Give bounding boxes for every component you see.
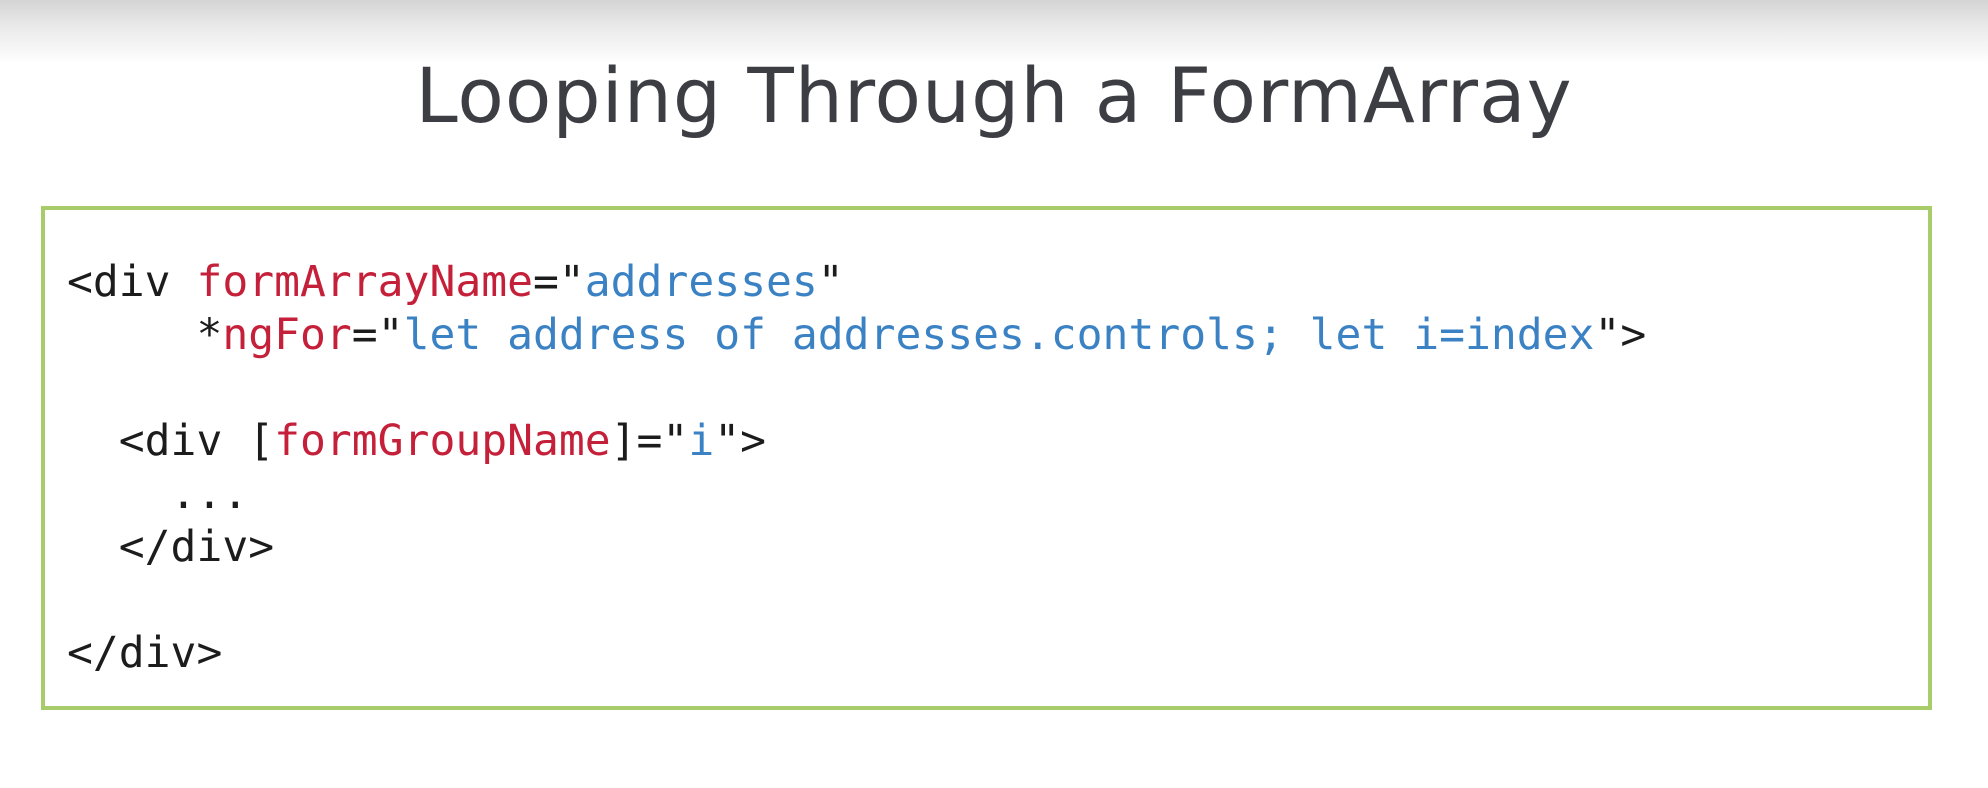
code-line-2: *ngFor="let address of addresses.control… [67, 310, 1646, 360]
code-box: <div formArrayName="addresses" *ngFor="l… [41, 206, 1932, 710]
code-line-3: <div [formGroupName]="i"> [67, 416, 766, 466]
code-equals: ]=" [610, 416, 689, 466]
code-attr-formarrayname: formArrayName [196, 257, 533, 307]
code-tag-close-inner: "> [714, 416, 766, 466]
code-value-i: i [688, 416, 715, 466]
slide-title: Looping Through a FormArray [415, 51, 1573, 140]
code-tag-open-inner: <div [ [67, 416, 275, 466]
code-line-5-inner-close: </div> [67, 522, 275, 572]
code-quote: " [817, 257, 844, 307]
code-line-4-ellipsis: ... [67, 469, 249, 519]
code-value-addresses: addresses [584, 257, 818, 307]
code-value-ngfor: let address of addresses.controls; let i… [403, 310, 1595, 360]
code-indent-star: * [67, 310, 223, 360]
code-equals: =" [533, 257, 585, 307]
code-line-1: <div formArrayName="addresses" [67, 257, 844, 307]
code-attr-formgroupname: formGroupName [274, 416, 611, 466]
code-attr-ngfor: ngFor [222, 310, 352, 360]
code-line-6-outer-close: </div> [67, 628, 223, 678]
code-tag-open: <div [67, 257, 197, 307]
code-block: <div formArrayName="addresses" *ngFor="l… [67, 256, 1646, 680]
code-equals: =" [351, 310, 404, 360]
code-tag-close: "> [1594, 310, 1647, 360]
